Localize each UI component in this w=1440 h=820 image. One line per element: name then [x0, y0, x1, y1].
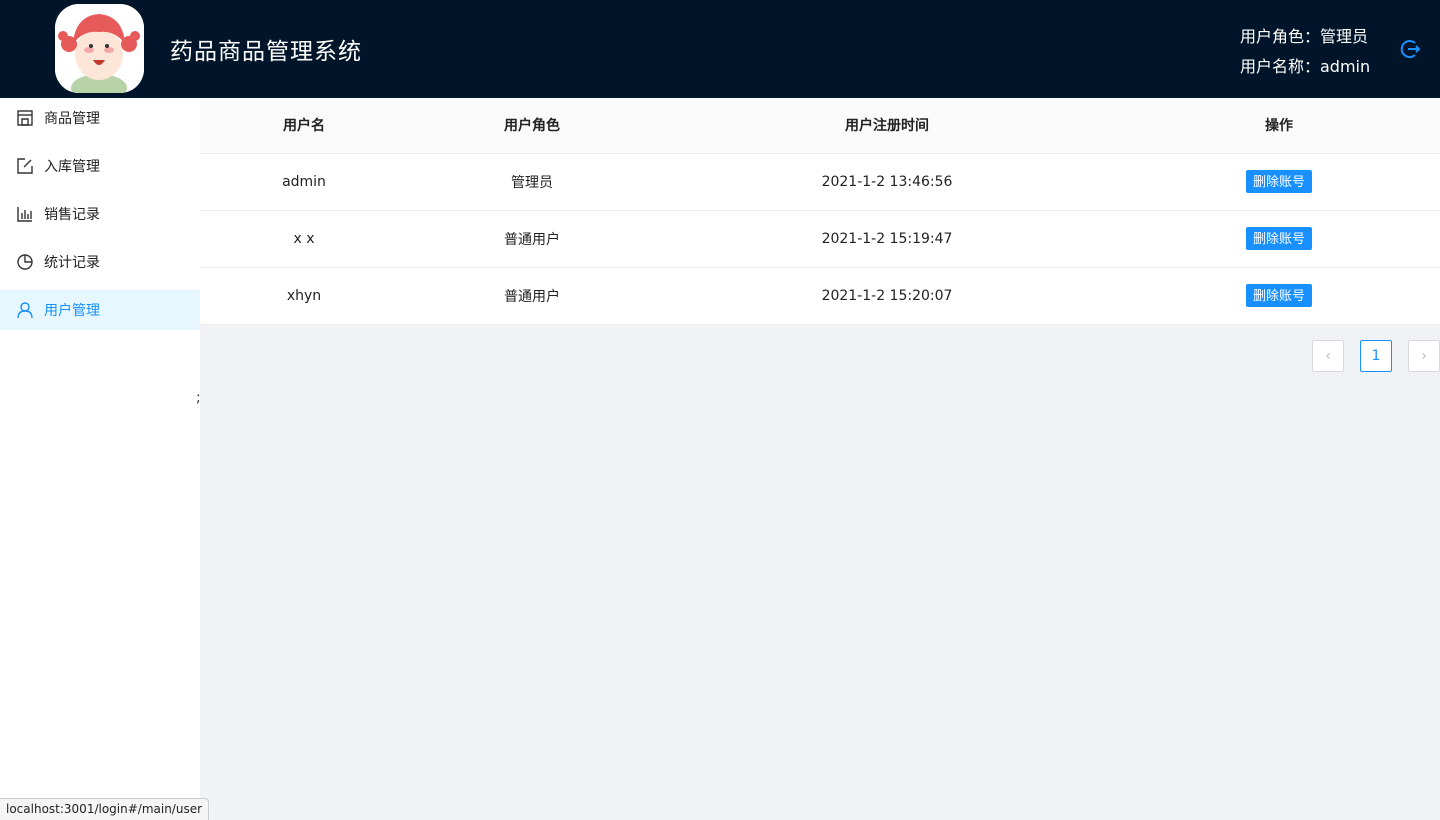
- user-info: 用户角色：管理员 用户名称：admin: [1240, 22, 1370, 82]
- user-icon: [16, 301, 34, 319]
- sidebar-item-goods[interactable]: 商品管理: [0, 98, 200, 138]
- time-cell: 2021-1-2 13:46:56: [656, 153, 1118, 211]
- table-row: x x 普通用户 2021-1-2 15:19:47 删除账号: [200, 210, 1440, 268]
- sidebar-item-label: 入库管理: [44, 159, 100, 175]
- top-header: 药品商品管理系统 用户角色：管理员 用户名称：admin: [0, 0, 1440, 98]
- sidebar-item-label: 用户管理: [44, 303, 100, 319]
- pie-chart-icon: [16, 253, 34, 271]
- table-row: admin 管理员 2021-1-2 13:46:56 删除账号: [200, 153, 1440, 211]
- column-header: 用户角色: [408, 98, 656, 154]
- page-number-button[interactable]: 1: [1360, 340, 1392, 372]
- delete-account-button[interactable]: 删除账号: [1245, 284, 1312, 307]
- sidebar-item-label: 统计记录: [44, 255, 100, 271]
- time-cell: 2021-1-2 15:20:07: [656, 267, 1118, 325]
- avatar: [55, 4, 144, 93]
- sidebar-menu: 商品管理 入库管理 销售记录 统计记录 用户管理: [0, 98, 200, 820]
- column-header: 用户名: [200, 98, 408, 154]
- username-cell: xhyn: [200, 267, 408, 325]
- avatar-illustration: [55, 4, 144, 93]
- column-header: 用户注册时间: [656, 98, 1118, 154]
- delete-account-button[interactable]: 删除账号: [1245, 227, 1312, 250]
- shop-icon: [16, 109, 34, 127]
- user-table: 用户名 用户角色 用户注册时间 操作 admin 管理员 2021-1-2 13…: [200, 98, 1440, 325]
- browser-status-url: localhost:3001/login#/main/user: [0, 798, 210, 820]
- edit-icon: [16, 157, 34, 175]
- column-header: 操作: [1118, 98, 1440, 154]
- role-cell: 管理员: [408, 153, 656, 211]
- prev-page-button[interactable]: ‹: [1312, 340, 1344, 372]
- username-cell: admin: [200, 153, 408, 211]
- time-cell: 2021-1-2 15:19:47: [656, 210, 1118, 268]
- logout-icon[interactable]: [1398, 37, 1422, 61]
- sidebar-item-stats[interactable]: 统计记录: [0, 242, 200, 282]
- user-name-label: 用户名称：admin: [1240, 57, 1371, 76]
- role-cell: 普通用户: [408, 267, 656, 325]
- action-cell: 删除账号: [1118, 210, 1440, 268]
- table-header-row: 用户名 用户角色 用户注册时间 操作: [200, 98, 1440, 154]
- action-cell: 删除账号: [1118, 267, 1440, 325]
- delete-account-button[interactable]: 删除账号: [1245, 170, 1312, 193]
- app-title: 药品商品管理系统: [170, 39, 362, 65]
- action-cell: 删除账号: [1118, 153, 1440, 211]
- sidebar-item-label: 商品管理: [44, 111, 100, 127]
- sidebar-item-label: 销售记录: [44, 207, 100, 223]
- next-page-button[interactable]: ›: [1408, 340, 1440, 372]
- sidebar-item-stock[interactable]: 入库管理: [0, 146, 200, 186]
- table-row: xhyn 普通用户 2021-1-2 15:20:07 删除账号: [200, 267, 1440, 325]
- main-content: 用户名 用户角色 用户注册时间 操作 admin 管理员 2021-1-2 13…: [200, 98, 1440, 372]
- username-cell: x x: [200, 210, 408, 268]
- sidebar-item-sales[interactable]: 销售记录: [0, 194, 200, 234]
- bar-chart-icon: [16, 205, 34, 223]
- user-role-label: 用户角色：管理员: [1240, 27, 1369, 46]
- sidebar-item-users[interactable]: 用户管理: [0, 290, 200, 330]
- role-cell: 普通用户: [408, 210, 656, 268]
- stray-text: ;: [196, 390, 201, 406]
- pagination: ‹ 1 ›: [1312, 340, 1440, 372]
